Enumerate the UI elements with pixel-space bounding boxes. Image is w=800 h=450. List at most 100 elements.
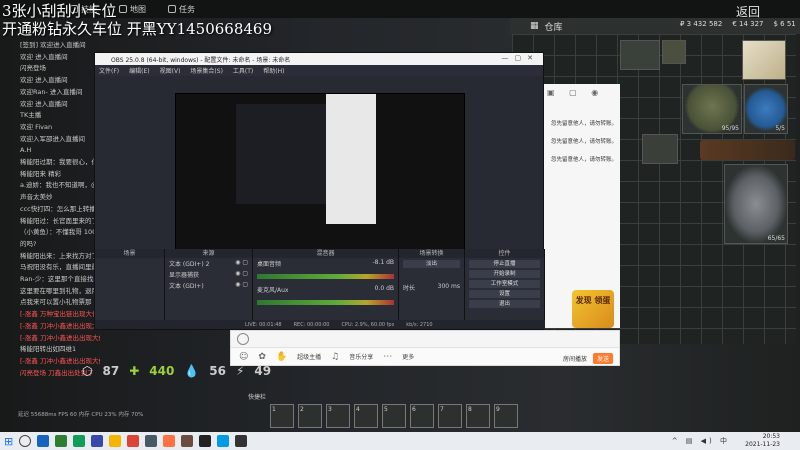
obs-window[interactable]: OBS 25.0.8 (64-bit, windows) - 配置文件: 未命名… xyxy=(94,52,545,330)
system-tray-icons[interactable]: ^ ▤ ◀) 中 xyxy=(672,436,730,446)
settings-button[interactable]: 设置 xyxy=(469,290,540,298)
promo-badge[interactable]: 发现 领蛋 xyxy=(572,290,614,328)
obs-menu-item[interactable]: 文件(F) xyxy=(99,66,119,75)
obs-menu-item[interactable]: 帮助(H) xyxy=(263,66,284,75)
stash-item[interactable] xyxy=(642,134,678,164)
clock-date: 2021-11-23 xyxy=(745,441,780,448)
chat-tools-row: ☺ ✿ ✋ 超级主播 ♫ 音乐分享 ⋯ 更多 xyxy=(231,347,619,365)
app-icon[interactable] xyxy=(55,435,68,447)
more-icon[interactable]: ⋯ xyxy=(383,352,392,362)
hotbar-slot[interactable]: 3 xyxy=(326,404,350,428)
transition-select[interactable]: 淡出 xyxy=(403,260,460,268)
chat-input-bar: ☺ ✿ ✋ 超级主播 ♫ 音乐分享 ⋯ 更多 房间播放 发送 xyxy=(230,330,620,366)
hotbar-slot[interactable]: 8 xyxy=(466,404,490,428)
chat-emoji-row xyxy=(231,331,619,347)
hotbar-slot[interactable]: 7 xyxy=(438,404,462,428)
hand-icon[interactable]: ✋ xyxy=(276,352,287,362)
helmet-item[interactable]: 95/95 xyxy=(682,84,742,134)
panel-notice: 忽先留意他人，请勿转账。 xyxy=(551,121,618,127)
stop-streaming-button[interactable]: 停止直播 xyxy=(469,260,540,268)
dock-title: 来源 xyxy=(165,249,252,258)
mixer-track: 桌面音频 -8.1 dB xyxy=(257,259,394,268)
audio-meter[interactable] xyxy=(257,274,394,279)
taskview-icon[interactable] xyxy=(37,435,50,447)
avatar[interactable] xyxy=(237,333,249,345)
visibility-eye-icon[interactable]: ◉ ▢ xyxy=(235,270,248,279)
source-item[interactable]: 文本 (GDI+) 2 ◉ ▢ xyxy=(165,258,252,269)
money-display: ₽ 3 432 582 € 14 327 $ 6 51 xyxy=(680,20,796,28)
obs-icon[interactable] xyxy=(199,435,212,447)
chat-message: 马祝阳没有乐，直播间里最长的看了几年 xyxy=(20,263,100,272)
app-icon[interactable] xyxy=(145,435,158,447)
edge-icon[interactable] xyxy=(73,435,86,447)
chrome-icon[interactable] xyxy=(127,435,140,447)
hotbar-slot[interactable]: 5 xyxy=(382,404,406,428)
chat-message: ccc快打四：怎么那上转播吧 xyxy=(20,204,100,213)
visibility-eye-icon[interactable]: ◉ ▢ xyxy=(235,259,248,268)
obs-menu-item[interactable]: 视图(V) xyxy=(160,66,181,75)
room-play-toggle[interactable]: 房间播放 xyxy=(563,354,587,363)
water-value: 56 xyxy=(209,364,226,378)
gift-icon[interactable]: ✿ xyxy=(258,352,266,362)
money-dollars: $ 6 51 xyxy=(773,20,796,28)
obs-titlebar[interactable]: OBS 25.0.8 (64-bit, windows) - 配置文件: 未命名… xyxy=(95,53,543,65)
exit-button[interactable]: 退出 xyxy=(469,300,540,308)
app-icon[interactable] xyxy=(181,435,194,447)
folder-icon[interactable] xyxy=(109,435,122,447)
jerrycan-item[interactable]: 5/5 xyxy=(744,84,788,134)
hotbar-slot[interactable]: 1 xyxy=(270,404,294,428)
chat-tool-super-host[interactable]: 超级主播 xyxy=(297,352,321,361)
start-recording-button[interactable]: 开始录制 xyxy=(469,270,540,278)
obs-preview-canvas[interactable] xyxy=(175,93,465,263)
app-icon[interactable] xyxy=(217,435,230,447)
obs-menu-item[interactable]: 场景集合(S) xyxy=(190,66,223,75)
send-button[interactable]: 发送 xyxy=(592,353,613,364)
panel-notice: 忽先留意他人，请勿转账。 xyxy=(551,157,618,163)
stash-item[interactable] xyxy=(620,40,660,70)
hotbar-slot[interactable]: 6 xyxy=(410,404,434,428)
chat-message: [-涨鑫 万种宝出链出现大佬 xyxy=(20,310,99,319)
stash-item[interactable] xyxy=(662,40,686,64)
chat-tool-more[interactable]: 更多 xyxy=(402,352,414,361)
studio-mode-button[interactable]: 工作室模式 xyxy=(469,280,540,288)
hotbar-slot[interactable]: 9 xyxy=(494,404,518,428)
chat-message: 闪亮登场 xyxy=(20,64,46,73)
rec-time: REC: 00:00:00 xyxy=(293,321,330,328)
chat-message: [签到] 欢迎进入直播间 xyxy=(20,41,86,49)
stream-title-overlay: 3张小刮刮小卡位 开通粉钻永久车位 开黑YY1450668469 xyxy=(2,2,272,38)
obs-menu-item[interactable]: 工具(T) xyxy=(233,66,253,75)
windows-start-icon[interactable]: ⊞ xyxy=(4,435,13,448)
energy-value: 49 xyxy=(254,364,272,378)
body-armor-item[interactable]: 65/65 xyxy=(724,164,788,244)
app-icon[interactable] xyxy=(163,435,176,447)
windows-taskbar: ⊞ ^ ▤ ◀) 中 20:53 2021-11-23 xyxy=(0,432,800,450)
app-icon[interactable] xyxy=(91,435,104,447)
water-icon: 💧 xyxy=(184,364,200,378)
music-icon[interactable]: ♫ xyxy=(331,352,339,362)
rifle-item[interactable] xyxy=(700,140,795,160)
chat-right-controls: 房间播放 发送 xyxy=(563,353,613,364)
hotbar-slot[interactable]: 4 xyxy=(354,404,378,428)
source-item[interactable]: 显示器捕获 ◉ ▢ xyxy=(165,269,252,280)
chat-message: （小黄鱼）：不懂我哥 1000和前面一次性 xyxy=(20,228,100,237)
obs-menu-item[interactable]: 编辑(E) xyxy=(129,66,149,75)
app-icon[interactable] xyxy=(235,435,248,447)
chat-tool-music[interactable]: 音乐分享 xyxy=(349,352,373,361)
dock-scenes: 场景 xyxy=(95,249,165,329)
obs-statusbar: LIVE: 00:01:48 REC: 00:00:00 CPU: 2.9%, … xyxy=(95,320,545,329)
search-icon[interactable] xyxy=(19,435,32,447)
emoji-icon[interactable]: ☺ xyxy=(239,352,248,362)
visibility-eye-icon[interactable]: ◉ ▢ xyxy=(235,281,248,290)
source-item[interactable]: 文本 (GDI+) ◉ ▢ xyxy=(165,280,252,291)
audio-meter[interactable] xyxy=(257,300,394,305)
chat-message: TK主播 xyxy=(20,111,42,120)
stash-icon: ▦ xyxy=(530,21,539,31)
window-controls[interactable]: —▢✕ xyxy=(502,54,539,62)
chat-message: [-涨鑫 刀冲小鑫进出出现大佬 xyxy=(20,333,100,342)
clock[interactable]: 20:53 2021-11-23 xyxy=(745,433,780,449)
hotbar-slot[interactable]: 2 xyxy=(298,404,322,428)
ammo-box-item[interactable] xyxy=(742,40,786,80)
bitrate: kb/s: 2710 xyxy=(406,321,433,328)
panel-icons: ▣ ▢ ◉ xyxy=(547,88,605,97)
chat-message: 稀能阳过期：我要很心，你还有吗? xyxy=(20,158,100,167)
